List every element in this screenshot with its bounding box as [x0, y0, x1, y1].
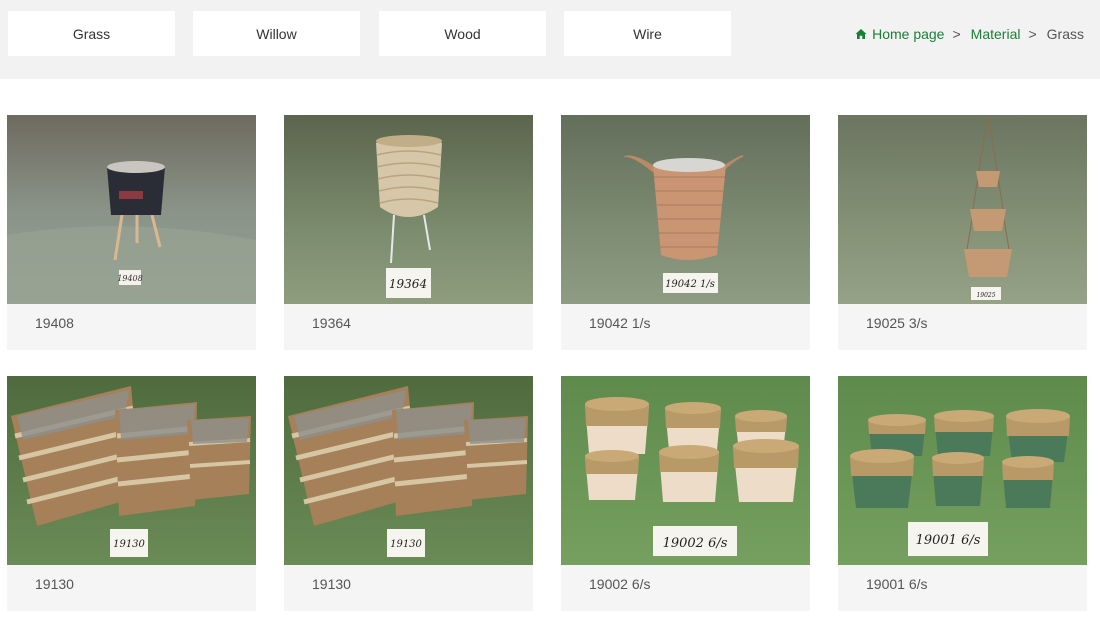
product-tag: 19042 1/s [665, 279, 715, 290]
breadcrumb-current: Grass [1046, 26, 1084, 42]
product-caption: 19001 6/s [866, 576, 928, 592]
tab-willow[interactable]: Willow [193, 11, 360, 56]
tab-wood[interactable]: Wood [379, 11, 546, 56]
home-icon [855, 29, 867, 39]
product-card[interactable]: 19001 6/s 19001 6/s [838, 376, 1087, 611]
breadcrumb-separator: > [1028, 26, 1037, 42]
breadcrumb-separator: > [952, 26, 961, 42]
product-photo: 19001 6/s [838, 376, 1087, 565]
product-photo: 19408 [7, 115, 256, 304]
product-card[interactable]: 19025 19025 3/s [838, 115, 1087, 350]
product-card[interactable]: 19408 19408 [7, 115, 256, 350]
product-caption: 19002 6/s [589, 576, 651, 592]
product-caption: 19025 3/s [866, 315, 928, 331]
product-caption: 19364 [312, 315, 351, 331]
product-photo: 19002 6/s [561, 376, 810, 565]
breadcrumb: Home page > Material > Grass [855, 25, 1084, 43]
product-photo: 19042 1/s [561, 115, 810, 304]
product-tag: 19025 [976, 292, 995, 299]
breadcrumb-home-label: Home page [872, 26, 945, 42]
product-caption: 19042 1/s [589, 315, 651, 331]
product-photo: 19130 [284, 376, 533, 565]
product-photo: 19130 [7, 376, 256, 565]
product-tag: 19001 6/s [916, 533, 981, 548]
product-tag: 19002 6/s [663, 536, 728, 551]
product-card[interactable]: 19130 19130 [7, 376, 256, 611]
breadcrumb-home[interactable]: Home page [855, 26, 944, 42]
product-caption: 19130 [312, 576, 351, 592]
product-card[interactable]: 19364 19364 [284, 115, 533, 350]
product-photo: 19025 [838, 115, 1087, 304]
product-caption: 19130 [35, 576, 74, 592]
product-card[interactable]: 19002 6/s 19002 6/s [561, 376, 810, 611]
category-bar: Grass Willow Wood Wire Home page > Mater… [0, 0, 1100, 79]
product-caption: 19408 [35, 315, 74, 331]
product-card[interactable]: 19042 1/s 19042 1/s [561, 115, 810, 350]
breadcrumb-material[interactable]: Material [971, 26, 1021, 42]
tab-grass[interactable]: Grass [8, 11, 175, 56]
product-tag: 19130 [390, 539, 422, 550]
product-photo: 19364 [284, 115, 533, 304]
product-card[interactable]: 19130 19130 [284, 376, 533, 611]
product-tag: 19364 [389, 277, 427, 291]
product-tag: 19408 [117, 274, 142, 283]
product-tag: 19130 [113, 539, 145, 550]
tab-wire[interactable]: Wire [564, 11, 731, 56]
